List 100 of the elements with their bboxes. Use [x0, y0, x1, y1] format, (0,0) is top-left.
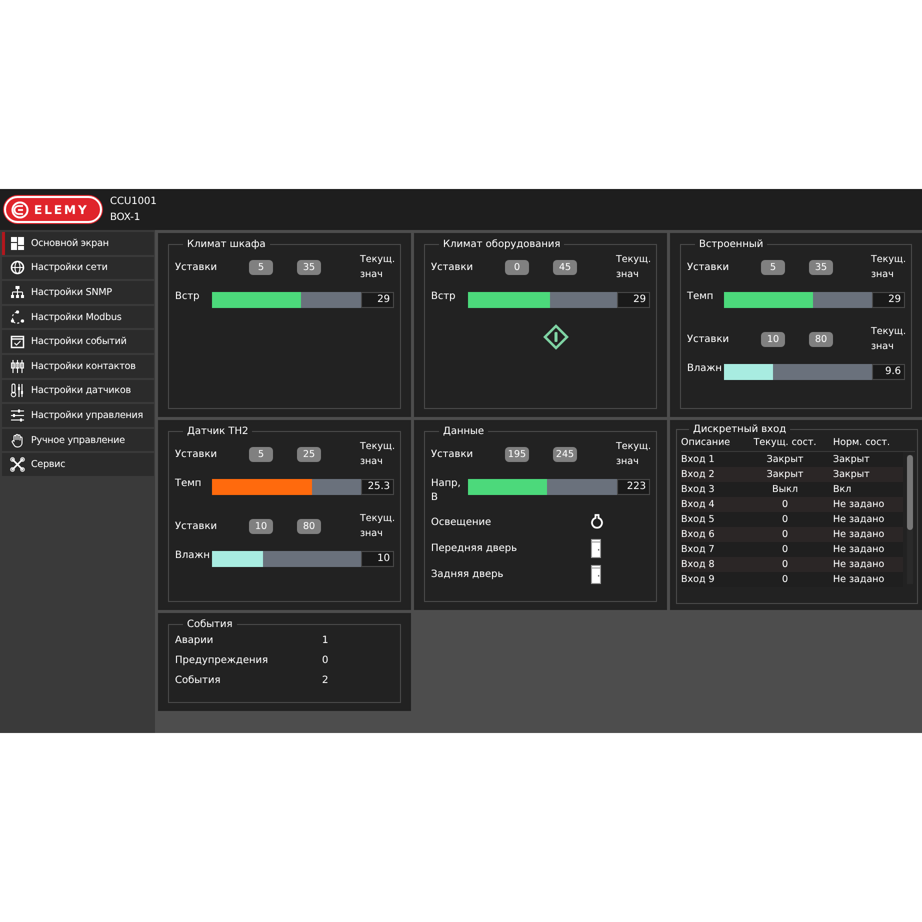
table-cell-text: Вход 9 — [681, 573, 716, 587]
setpoint-min: 0 — [505, 260, 529, 274]
table-cell-text: Не задано — [832, 543, 886, 557]
sensor-label: Влажн — [687, 362, 723, 376]
current-value-heading: Текущ. знач — [360, 253, 394, 282]
current-value-heading: Текущ. знач — [616, 253, 650, 282]
setpoint-min: 10 — [761, 332, 785, 346]
current-value-heading: Текущ. знач — [871, 325, 905, 354]
table-cell-text: 0 — [780, 573, 790, 587]
count-label: События — [175, 674, 222, 686]
sidebar-item[interactable]: Настройки событий — [2, 330, 154, 353]
logo-emblem-icon — [11, 200, 29, 218]
indicator-label: Задняя дверь — [431, 568, 504, 580]
setpoint-label: Уставки — [687, 334, 730, 344]
setpoint-max: 35 — [809, 260, 833, 274]
current-value-heading: Текущ. знач — [871, 253, 905, 282]
panel-title: Дискретный вход — [692, 424, 788, 435]
current-value-heading: Текущ. знач — [360, 440, 394, 469]
value-readout: 223 — [617, 479, 650, 495]
setpoint-max: 80 — [297, 518, 321, 534]
box-name: BOX-1 — [110, 212, 142, 223]
count-value: 2 — [322, 674, 328, 686]
sidebar-item[interactable]: Сервис — [2, 453, 154, 476]
table-cell-text: Вход 5 — [681, 513, 716, 527]
setpoint-max: 245 — [553, 446, 577, 462]
panel-title: Данные — [442, 426, 486, 437]
indicator-label: Освещение — [431, 516, 492, 528]
table-cell-text: 0 — [780, 543, 790, 557]
table-cell-text: Вход 6 — [681, 528, 716, 542]
table-cell-text: Не задано — [832, 573, 886, 587]
panel-title: Встроенный — [698, 239, 764, 250]
table-cell-text: 0 — [780, 558, 790, 572]
table-cell-text: Не задано — [832, 558, 886, 572]
sidebar-item[interactable]: Настройки Modbus — [2, 306, 154, 328]
table-cell-text: Выкл — [771, 483, 799, 497]
setpoint-label: Уставки — [687, 262, 730, 272]
table-cell-text: Вход 3 — [681, 483, 716, 497]
sidebar-item[interactable]: Основной экран — [2, 232, 154, 255]
setpoint-max: 35 — [297, 260, 321, 274]
table-cell-text: Не задано — [832, 513, 886, 527]
cycle-icon — [10, 310, 25, 325]
count-value: 0 — [322, 654, 328, 666]
sidebar-item[interactable]: Ручное управление — [2, 428, 154, 452]
setpoint-label: Уставки — [175, 262, 218, 272]
setpoint-label: Уставки — [175, 448, 218, 460]
column-header: Норм. сост. — [832, 436, 892, 450]
setpoint-max: 45 — [553, 260, 577, 274]
table-cell-text: Закрыт — [766, 453, 804, 467]
value-readout: 29 — [617, 292, 650, 308]
sensor-label: Напр, В — [431, 477, 462, 505]
panel-title: Климат шкафа — [186, 239, 267, 250]
sensor-label: Влажн — [175, 549, 211, 563]
count-label: Аварии — [175, 634, 214, 646]
sidebar-item[interactable]: Настройки SNMP — [2, 281, 154, 304]
table-cell-text: Закрыт — [832, 468, 871, 482]
door-icon — [591, 538, 601, 558]
scrollbar-thumb[interactable] — [907, 455, 913, 530]
sidebar-item[interactable]: Настройки управления — [2, 404, 154, 427]
setpoint-label: Уставки — [431, 448, 474, 460]
device-name: CCU1001 — [110, 196, 157, 207]
table-cell-text: Вкл — [832, 483, 852, 497]
table-cell-text: Не задано — [832, 498, 886, 512]
contacts-icon — [10, 358, 25, 374]
sensor-label: Встр — [175, 290, 201, 304]
column-header: Текущ. сост. — [752, 436, 818, 450]
table-cell-text: 0 — [780, 513, 790, 527]
current-value-heading: Текущ. знач — [360, 512, 394, 541]
setpoint-label: Уставки — [431, 262, 474, 272]
sidebar-item[interactable]: Настройки контактов — [2, 354, 154, 378]
table-cell-text: Закрыт — [832, 453, 871, 467]
value-readout: 29 — [872, 292, 905, 308]
table-cell-text: Не задано — [832, 528, 886, 542]
count-value: 1 — [322, 634, 328, 646]
table-cell-text: Вход 4 — [681, 498, 716, 512]
count-label: Предупреждения — [175, 654, 270, 666]
table-cell-text: Вход 7 — [681, 543, 716, 557]
door-icon — [591, 564, 601, 584]
setpoint-label: Уставки — [175, 520, 218, 532]
calendar-icon — [10, 334, 25, 350]
globe-icon — [10, 260, 25, 276]
sidebar-item[interactable]: Настройки датчиков — [2, 380, 154, 402]
value-readout: 29 — [361, 292, 394, 308]
sidebar-item[interactable]: Настройки сети — [2, 256, 154, 280]
grid-icon — [10, 236, 25, 251]
sliders-icon — [10, 408, 25, 423]
value-readout: 10 — [361, 551, 394, 567]
table-cell-text: Вход 8 — [681, 558, 716, 572]
setpoint-max: 25 — [297, 446, 321, 462]
setpoint-min: 5 — [249, 260, 273, 274]
panel-title: Датчик TH2 — [186, 426, 250, 437]
diamond-status-icon — [542, 324, 568, 350]
thermometer-icon — [10, 383, 25, 398]
table-cell-text: Вход 2 — [681, 468, 716, 482]
setpoint-min: 10 — [249, 518, 273, 534]
sensor-label: Темп — [175, 477, 202, 491]
setpoint-min: 5 — [761, 260, 785, 274]
setpoint-max: 80 — [809, 332, 833, 346]
tools-icon — [10, 457, 25, 472]
table-cell-text: Вход 1 — [681, 453, 716, 467]
sensor-label: Встр — [431, 290, 457, 304]
